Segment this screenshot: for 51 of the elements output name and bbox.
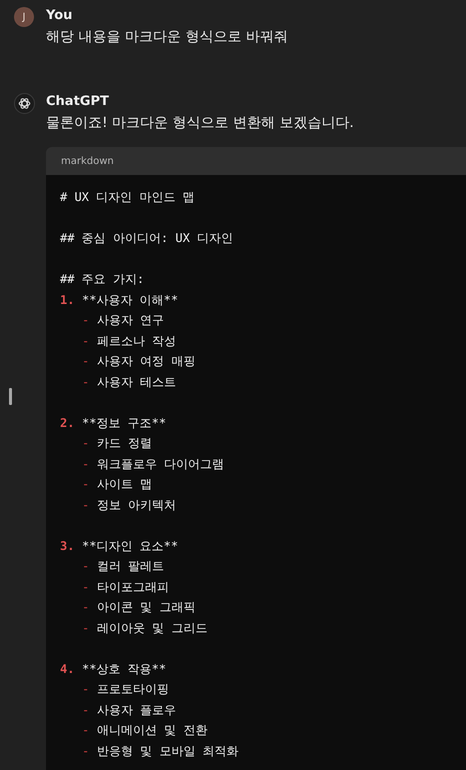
code-line: **상호 작용** bbox=[82, 660, 166, 678]
list-dash: - bbox=[82, 558, 90, 575]
list-dash: - bbox=[82, 332, 90, 350]
code-line: 워크플로우 다이어그램 bbox=[97, 456, 224, 472]
list-dash: - bbox=[82, 599, 90, 616]
author-name: You bbox=[46, 7, 74, 25]
message-text: 물론이죠! 마크다운 형식으로 변환해 보겠습니다. bbox=[46, 114, 355, 133]
code-line: 정보 아키텍처 bbox=[97, 496, 176, 514]
assistant-logo-icon bbox=[14, 93, 35, 114]
author-name: ChatGPT bbox=[46, 93, 110, 111]
list-dash: - bbox=[82, 496, 90, 514]
list-dash: - bbox=[82, 681, 90, 698]
list-dash: - bbox=[82, 742, 90, 760]
code-language: markdown bbox=[61, 156, 114, 166]
list-dash: - bbox=[82, 620, 90, 636]
message-text: 해당 내용을 마크다운 형식으로 바꿔줘 bbox=[46, 28, 289, 47]
list-dash: - bbox=[82, 435, 90, 452]
list-dash: - bbox=[82, 702, 90, 718]
list-number: 1. bbox=[60, 292, 76, 308]
list-dash: - bbox=[82, 312, 90, 329]
list-dash: - bbox=[82, 456, 90, 472]
code-line: 사용자 테스트 bbox=[97, 374, 176, 390]
scroll-handle[interactable] bbox=[9, 388, 12, 405]
code-line: 사용자 플로우 bbox=[97, 702, 176, 718]
code-line: **정보 구조** bbox=[82, 414, 166, 432]
code-line: **사용자 이해** bbox=[82, 292, 178, 308]
code-line: 타이포그래피 bbox=[97, 578, 169, 596]
list-number: 3. bbox=[60, 538, 76, 554]
list-dash: - bbox=[82, 722, 90, 739]
code-line: 레이아웃 및 그리드 bbox=[97, 620, 208, 636]
code-line: 카드 정렬 bbox=[97, 435, 152, 452]
code-line: **디자인 요소** bbox=[82, 538, 178, 554]
list-number: 2. bbox=[60, 414, 76, 432]
list-dash: - bbox=[82, 353, 90, 370]
code-line: 프로토타이핑 bbox=[97, 681, 169, 698]
code-line: 페르소나 작성 bbox=[97, 332, 176, 350]
code-line: 사용자 여정 매핑 bbox=[97, 353, 196, 370]
code-line: 아이콘 및 그래픽 bbox=[97, 599, 196, 616]
list-dash: - bbox=[82, 374, 90, 390]
code-line: # UX 디자인 마인드 맵 bbox=[60, 189, 195, 206]
list-dash: - bbox=[82, 578, 90, 596]
code-line: 반응형 및 모바일 최적화 bbox=[97, 742, 239, 760]
code-line: ## 중심 아이디어: UX 디자인 bbox=[60, 230, 234, 247]
list-dash: - bbox=[82, 476, 90, 493]
code-line: ## 주요 가지: bbox=[60, 271, 144, 288]
code-line: 컬러 팔레트 bbox=[97, 558, 164, 575]
code-line: 애니메이션 및 전환 bbox=[97, 722, 208, 739]
code-line: 사용자 연구 bbox=[97, 312, 164, 329]
code-line: 사이트 맵 bbox=[97, 476, 152, 493]
list-number: 4. bbox=[60, 660, 76, 678]
user-avatar: J bbox=[14, 7, 34, 27]
